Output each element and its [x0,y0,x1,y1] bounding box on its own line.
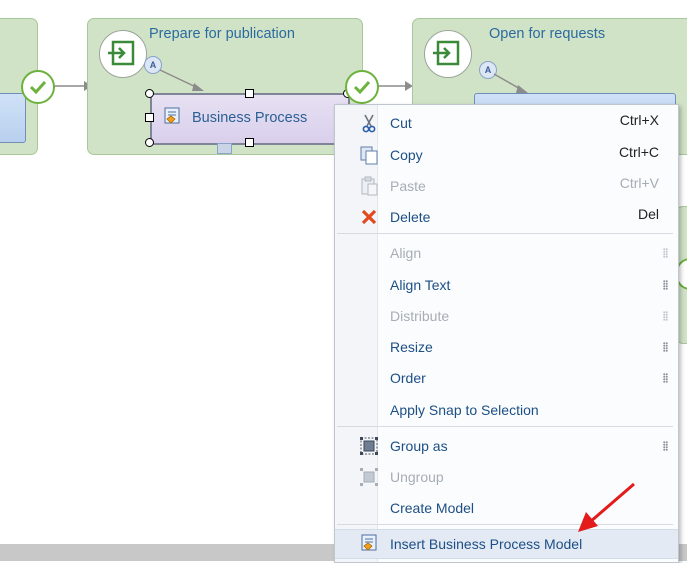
annotation-arrow [578,482,635,532]
